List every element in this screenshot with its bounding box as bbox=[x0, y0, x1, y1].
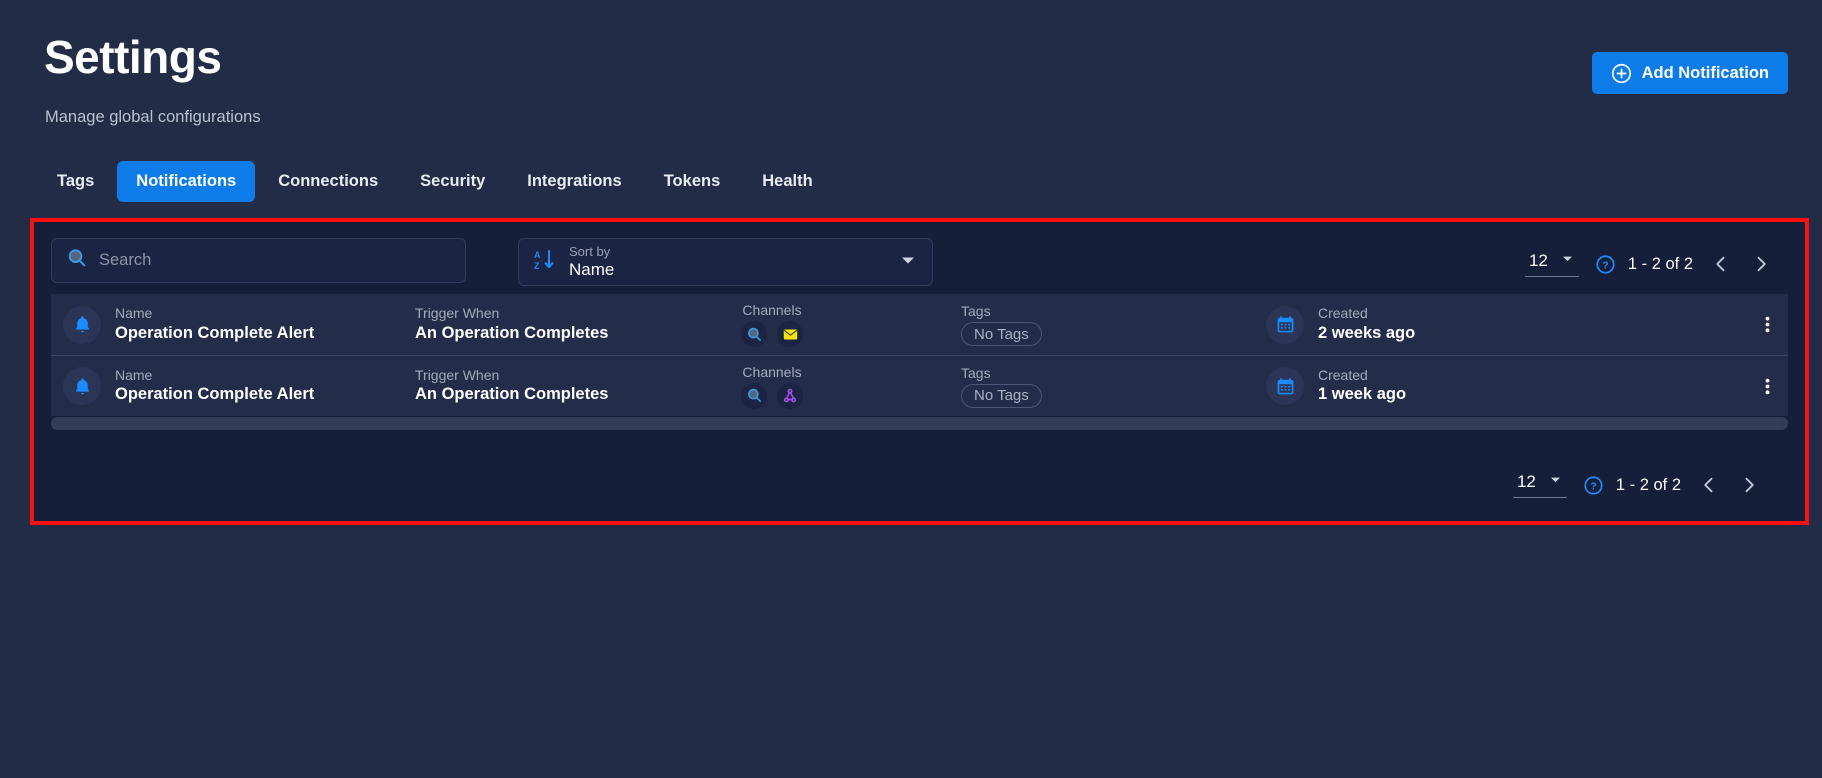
svg-text:A: A bbox=[534, 250, 541, 260]
search-input[interactable] bbox=[99, 251, 451, 270]
row-name-label: Name bbox=[115, 366, 153, 383]
svg-text:?: ? bbox=[1590, 480, 1596, 492]
row-channels-cell: Channels bbox=[741, 302, 803, 347]
row-channels-cell: Channels bbox=[741, 364, 803, 409]
kebab-menu-icon[interactable] bbox=[1759, 308, 1776, 341]
row-trigger-value: An Operation Completes bbox=[415, 385, 609, 404]
row-trigger-cell: Trigger When An Operation Completes bbox=[415, 367, 608, 405]
channel-search-icon[interactable] bbox=[741, 321, 767, 347]
add-notification-button[interactable]: Add Notification bbox=[1591, 52, 1788, 94]
horizontal-scrollbar[interactable] bbox=[51, 417, 1788, 430]
row-name-cell: Name Operation Complete Alert bbox=[63, 305, 315, 344]
tab-health[interactable]: Health bbox=[743, 161, 831, 202]
row-trigger-label: Trigger When bbox=[415, 305, 500, 322]
pagination-prev-button-bottom[interactable] bbox=[1689, 467, 1729, 503]
notifications-panel-highlight: A Z Sort by Name 12 bbox=[30, 218, 1809, 525]
row-created-value: 1 week ago bbox=[1318, 385, 1407, 404]
settings-tabs: Tags Notifications Connections Security … bbox=[38, 161, 832, 202]
bell-icon bbox=[63, 367, 101, 405]
table-row[interactable]: Name Operation Complete Alert Trigger Wh… bbox=[51, 355, 1788, 416]
tag-pill-no-tags: No Tags bbox=[961, 383, 1042, 408]
notifications-list: Name Operation Complete Alert Trigger Wh… bbox=[51, 294, 1788, 416]
row-name-value: Operation Complete Alert bbox=[115, 323, 315, 342]
row-tags-cell: Tags No Tags bbox=[961, 303, 1042, 346]
plus-circle-icon bbox=[1611, 63, 1632, 84]
scrollbar-thumb[interactable] bbox=[51, 417, 1788, 430]
row-name-value: Operation Complete Alert bbox=[115, 385, 315, 404]
question-circle-icon-top[interactable]: ? bbox=[1595, 254, 1616, 275]
row-channels-label: Channels bbox=[742, 363, 802, 380]
page-size-value-bottom: 12 bbox=[1516, 472, 1536, 491]
page-size-select-top[interactable]: 12 bbox=[1524, 251, 1579, 277]
svg-text:Z: Z bbox=[534, 261, 540, 271]
calendar-icon bbox=[1266, 305, 1304, 344]
page-size-select-bottom[interactable]: 12 bbox=[1512, 472, 1567, 498]
row-created-label: Created bbox=[1318, 366, 1368, 383]
pagination-bottom: 12 ? 1 - 2 of 2 bbox=[1512, 467, 1769, 503]
row-trigger-label: Trigger When bbox=[415, 366, 500, 383]
sort-alpha-down-icon: A Z bbox=[533, 248, 557, 277]
channel-search-icon[interactable] bbox=[741, 382, 767, 409]
list-toolbar: A Z Sort by Name 12 bbox=[34, 222, 1805, 294]
row-tags-label: Tags bbox=[961, 303, 991, 319]
row-trigger-cell: Trigger When An Operation Completes bbox=[415, 305, 608, 343]
sort-by-select[interactable]: A Z Sort by Name bbox=[518, 238, 933, 286]
svg-text:?: ? bbox=[1602, 259, 1608, 271]
page-size-value-top: 12 bbox=[1528, 251, 1548, 270]
page-header: Settings Manage global configurations Ad… bbox=[0, 0, 1822, 218]
add-notification-label: Add Notification bbox=[1641, 63, 1769, 82]
pagination-next-button-top[interactable] bbox=[1741, 246, 1781, 282]
row-tags-cell: Tags No Tags bbox=[961, 365, 1042, 408]
pagination-prev-button-top[interactable] bbox=[1701, 246, 1741, 282]
tab-tokens[interactable]: Tokens bbox=[645, 161, 740, 202]
search-box[interactable] bbox=[51, 238, 466, 283]
caret-down-icon bbox=[1548, 472, 1563, 492]
table-row[interactable]: Name Operation Complete Alert Trigger Wh… bbox=[51, 294, 1788, 355]
calendar-icon bbox=[1266, 367, 1304, 405]
notifications-panel: A Z Sort by Name 12 bbox=[34, 222, 1805, 521]
tab-tags[interactable]: Tags bbox=[38, 161, 113, 202]
row-created-label: Created bbox=[1318, 305, 1368, 322]
row-created-cell: Created 2 weeks ago bbox=[1266, 305, 1416, 344]
caret-down-icon bbox=[1560, 251, 1575, 271]
page-subtitle: Manage global configurations bbox=[45, 108, 261, 126]
pagination-range-bottom: 1 - 2 of 2 bbox=[1615, 475, 1681, 494]
row-tags-label: Tags bbox=[961, 364, 991, 381]
page-title: Settings bbox=[44, 31, 222, 83]
sort-by-label: Sort by bbox=[569, 243, 611, 259]
pagination-top: 12 ? 1 - 2 of 2 bbox=[1524, 246, 1781, 282]
tab-notifications[interactable]: Notifications bbox=[117, 161, 256, 202]
chevron-down-icon bbox=[898, 250, 918, 275]
row-trigger-value: An Operation Completes bbox=[415, 323, 609, 342]
row-name-label: Name bbox=[115, 305, 153, 322]
pagination-range-top: 1 - 2 of 2 bbox=[1627, 254, 1693, 273]
question-circle-icon-bottom[interactable]: ? bbox=[1583, 475, 1604, 496]
row-channels-label: Channels bbox=[742, 302, 802, 318]
row-name-cell: Name Operation Complete Alert bbox=[63, 367, 314, 405]
bell-icon bbox=[63, 305, 101, 344]
tab-connections[interactable]: Connections bbox=[259, 161, 397, 202]
channel-email-icon[interactable] bbox=[777, 321, 803, 347]
sort-by-value: Name bbox=[569, 259, 615, 279]
row-created-cell: Created 1 week ago bbox=[1266, 367, 1406, 405]
tab-integrations[interactable]: Integrations bbox=[508, 161, 640, 202]
search-icon bbox=[66, 247, 88, 274]
channel-webhook-icon[interactable] bbox=[777, 382, 803, 409]
tab-security[interactable]: Security bbox=[401, 161, 504, 202]
pagination-next-button-bottom[interactable] bbox=[1729, 467, 1769, 503]
kebab-menu-icon[interactable] bbox=[1759, 370, 1776, 403]
tag-pill-no-tags: No Tags bbox=[961, 322, 1042, 346]
row-created-value: 2 weeks ago bbox=[1318, 323, 1416, 342]
